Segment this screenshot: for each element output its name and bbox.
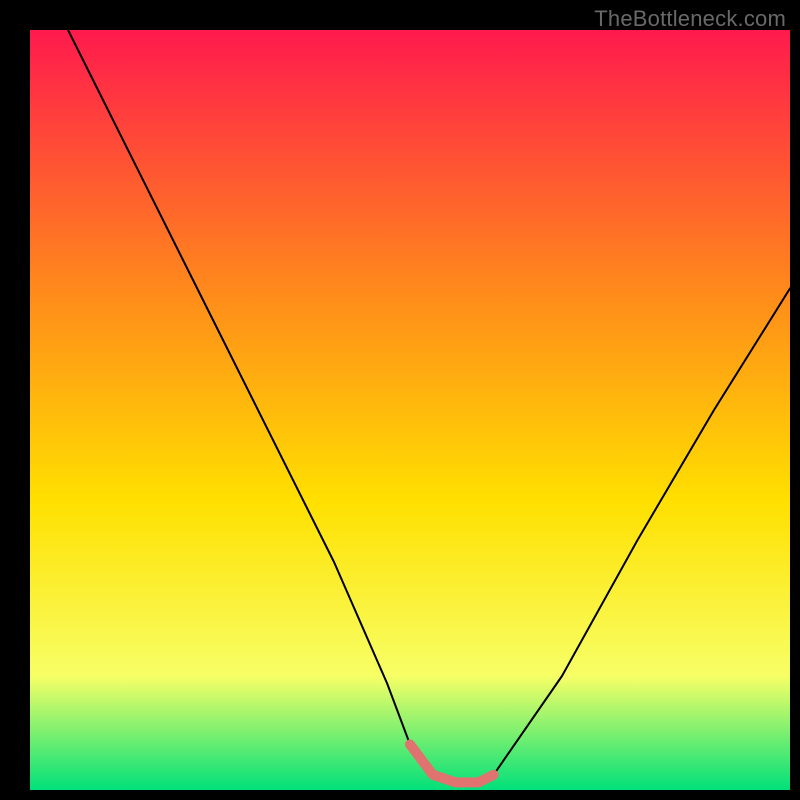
plot-background — [30, 30, 790, 790]
chart-frame: TheBottleneck.com — [0, 0, 800, 800]
bottleneck-chart — [0, 0, 800, 800]
watermark-label: TheBottleneck.com — [594, 6, 786, 32]
